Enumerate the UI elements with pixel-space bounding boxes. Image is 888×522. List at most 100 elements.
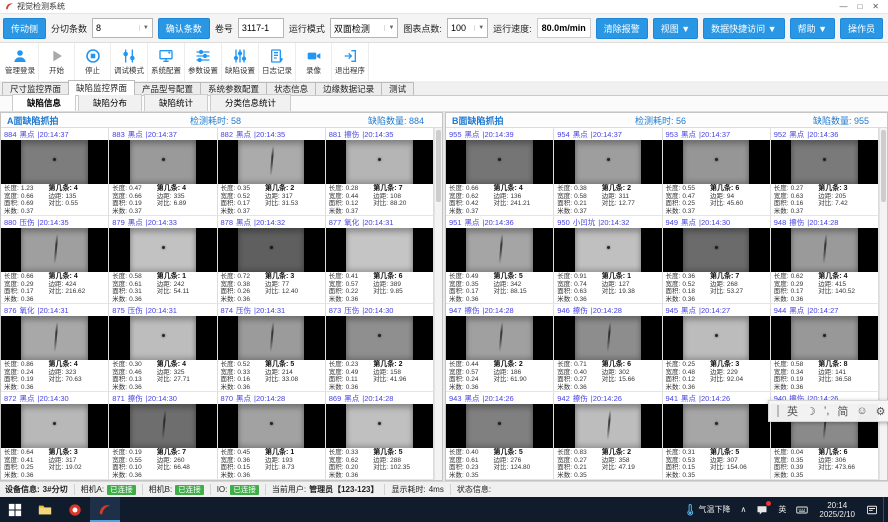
defect-cell[interactable]: 955黑点|20:14:39 长度:0.66宽度:0.62面积:0.42米数:0… bbox=[446, 128, 554, 216]
defect-cell[interactable]: 941黑点|20:14:26 长度:0.31宽度:0.53面积:0.15米数:0… bbox=[663, 392, 771, 480]
defect-cell[interactable]: 872黑点|20:14:30 长度:0.64宽度:0.41面积:0.25米数:0… bbox=[1, 392, 109, 480]
defect-image-band bbox=[130, 228, 196, 272]
defect-meta: 长度:0.52宽度:0.33面积:0.16米数:0.36 第几条:5边距:214… bbox=[218, 360, 325, 391]
defect-cell[interactable]: 870黑点|20:14:28 长度:0.45宽度:0.36面积:0.15米数:0… bbox=[218, 392, 326, 480]
defect-cell[interactable]: 949黑点|20:14:30 长度:0.36宽度:0.52面积:0.18米数:0… bbox=[663, 216, 771, 304]
defect-cell[interactable]: 943黑点|20:14:26 长度:0.40宽度:0.61面积:0.23米数:0… bbox=[446, 392, 554, 480]
file-explorer-icon[interactable] bbox=[30, 497, 60, 522]
main-tab-5[interactable]: 边缘数据记录 bbox=[315, 82, 382, 95]
ime-simplified[interactable]: 简 bbox=[837, 403, 848, 419]
defect-meta-right: 第几条:1边距:193对比:8.73 bbox=[265, 449, 322, 478]
defect-cell[interactable]: 951黑点|20:14:36 长度:0.49宽度:0.35面积:0.17米数:0… bbox=[446, 216, 554, 304]
defect-meta: 长度:0.55宽度:0.47面积:0.25米数:0.37 第几条:6边距:94对… bbox=[663, 184, 770, 215]
sub-tab-3[interactable]: 分类信息统计 bbox=[210, 94, 291, 111]
start-button[interactable] bbox=[0, 497, 30, 522]
sub-tab-1[interactable]: 缺陷分布 bbox=[78, 94, 142, 111]
scrollbar-thumb[interactable] bbox=[881, 130, 886, 202]
defect-cell[interactable]: 947擦伤|20:14:28 长度:0.44宽度:0.57面积:0.24米数:0… bbox=[446, 304, 554, 392]
defect-cell[interactable]: 882黑点|20:14:35 长度:0.35宽度:0.52面积:0.17米数:0… bbox=[218, 128, 326, 216]
data-quick-access-button[interactable]: 数据快捷访问 ▼ bbox=[703, 18, 784, 39]
weather-widget[interactable]: 气温下降 bbox=[679, 497, 736, 522]
defect-cell[interactable]: 946擦伤|20:14:28 长度:0.71宽度:0.40面积:0.27米数:0… bbox=[554, 304, 662, 392]
scrollbar[interactable] bbox=[434, 128, 442, 480]
chart-points-select[interactable]: 100▼ bbox=[447, 18, 488, 38]
defect-cell[interactable]: 954黑点|20:14:37 长度:0.38宽度:0.58面积:0.21米数:0… bbox=[554, 128, 662, 216]
ribbon-debug-mode-button[interactable]: 调试模式 bbox=[111, 43, 148, 81]
defect-cell[interactable]: 873压伤|20:14:30 长度:0.23宽度:0.49面积:0.11米数:0… bbox=[326, 304, 434, 392]
ribbon-record-button[interactable]: 录像 bbox=[296, 43, 332, 81]
ribbon-defect-settings-button[interactable]: 缺陷设置 bbox=[222, 43, 259, 81]
defect-cell[interactable]: 880压伤|20:14:35 长度:0.66宽度:0.29面积:0.17米数:0… bbox=[1, 216, 109, 304]
help-menu-button[interactable]: 帮助 ▼ bbox=[790, 18, 835, 39]
ribbon-exit-button[interactable]: 退出程序 bbox=[332, 43, 369, 81]
defect-cell[interactable]: 879黑点|20:14:33 长度:0.58宽度:0.61面积:0.31米数:0… bbox=[109, 216, 217, 304]
scrollbar-thumb[interactable] bbox=[436, 130, 441, 202]
defect-cell[interactable]: 881擦伤|20:14:35 长度:0.28宽度:0.44面积:0.12米数:0… bbox=[326, 128, 434, 216]
defect-cell[interactable]: 945黑点|20:14:27 长度:0.25宽度:0.48面积:0.12米数:0… bbox=[663, 304, 771, 392]
operator-button[interactable]: 操作员 bbox=[840, 18, 883, 39]
run-mode-select[interactable]: 双面检测▼ bbox=[330, 18, 399, 38]
defect-cell[interactable]: 884黑点|20:14:37 长度:1.23宽度:0.66面积:0.69米数:0… bbox=[1, 128, 109, 216]
ime-english[interactable]: 英 bbox=[787, 403, 798, 419]
defect-cell[interactable]: 952黑点|20:14:36 长度:0.27宽度:0.63面积:0.16米数:0… bbox=[771, 128, 879, 216]
minimize-button[interactable]: — bbox=[839, 2, 847, 11]
ribbon-start-button[interactable]: 开始 bbox=[39, 43, 75, 81]
ime-punctuation[interactable]: ’, bbox=[824, 405, 830, 417]
show-desktop-button[interactable] bbox=[883, 497, 888, 522]
ime-language-indicator[interactable]: 英 bbox=[773, 497, 791, 522]
defect-meta-right: 第几条:5边距:342对比:88.15 bbox=[494, 273, 551, 302]
scrollbar[interactable] bbox=[879, 128, 887, 480]
defect-cell[interactable]: 953黑点|20:14:37 长度:0.55宽度:0.47面积:0.25米数:0… bbox=[663, 128, 771, 216]
defect-cell[interactable]: 869黑点|20:14:28 长度:0.33宽度:0.62面积:0.20米数:0… bbox=[326, 392, 434, 480]
ribbon-log-button[interactable]: 日志记录 bbox=[259, 43, 296, 81]
panel-detect-time: 检测耗时: 58 bbox=[146, 114, 285, 127]
ribbon-admin-login-button[interactable]: 管理登录 bbox=[2, 43, 39, 81]
ribbon-stop-button[interactable]: 停止 bbox=[75, 43, 111, 81]
ime-emoji-icon[interactable]: ☺ bbox=[856, 405, 867, 417]
meta-line: 长度:0.62 bbox=[774, 273, 819, 281]
maximize-button[interactable]: □ bbox=[857, 2, 862, 11]
panel-defect-count: 缺陷数量: 884 bbox=[285, 114, 436, 127]
tray-chat-icon[interactable] bbox=[751, 497, 773, 522]
defect-time: |20:14:30 bbox=[699, 218, 730, 227]
ribbon-system-config-button[interactable]: 系统配置 bbox=[148, 43, 185, 81]
ime-drag-handle[interactable] bbox=[777, 405, 779, 417]
tray-keyboard-icon[interactable] bbox=[791, 497, 813, 522]
defect-cell[interactable]: 875压伤|20:14:31 长度:0.30宽度:0.46面积:0.13米数:0… bbox=[109, 304, 217, 392]
meta-line: 对比:12.77 bbox=[602, 200, 659, 208]
sub-tab-2[interactable]: 缺陷统计 bbox=[144, 94, 208, 111]
defect-cell[interactable]: 876氧化|20:14:31 长度:0.86宽度:0.24面积:0.19米数:0… bbox=[1, 304, 109, 392]
defect-cell[interactable]: 942擦伤|20:14:26 长度:0.83宽度:0.27面积:0.21米数:0… bbox=[554, 392, 662, 480]
defect-cell[interactable]: 883黑点|20:14:37 长度:0.47宽度:0.66面积:0.19米数:0… bbox=[109, 128, 217, 216]
action-center-icon[interactable] bbox=[861, 497, 883, 522]
meta-line: 米数:0.35 bbox=[557, 472, 602, 479]
meta-line: 长度:0.58 bbox=[774, 361, 819, 369]
defect-cell[interactable]: 871擦伤|20:14:30 长度:0.19宽度:0.55面积:0.10米数:0… bbox=[109, 392, 217, 480]
defect-mark bbox=[823, 334, 826, 337]
defect-cell[interactable]: 874压伤|20:14:31 长度:0.52宽度:0.33面积:0.16米数:0… bbox=[218, 304, 326, 392]
slit-count-select[interactable]: 8▼ bbox=[92, 18, 153, 38]
clear-alarm-button[interactable]: 清除报警 bbox=[596, 18, 648, 39]
close-button[interactable]: ✕ bbox=[872, 2, 879, 11]
ime-moon-icon[interactable]: ☽ bbox=[806, 405, 816, 418]
main-tab-1[interactable]: 缺陷监控界面 bbox=[68, 80, 135, 95]
defect-cell[interactable]: 877氧化|20:14:31 长度:0.41宽度:0.57面积:0.22米数:0… bbox=[326, 216, 434, 304]
view-menu-button[interactable]: 视图 ▼ bbox=[653, 18, 698, 39]
defect-cell[interactable]: 878黑点|20:14:32 长度:0.72宽度:0.38面积:0.26米数:0… bbox=[218, 216, 326, 304]
ime-settings-icon[interactable]: ⚙ bbox=[876, 405, 886, 418]
defect-type: 擦伤 bbox=[789, 217, 804, 228]
defect-cell[interactable]: 948擦伤|20:14:28 长度:0.62宽度:0.29面积:0.17米数:0… bbox=[771, 216, 879, 304]
main-tab-6[interactable]: 测试 bbox=[381, 82, 414, 95]
meta-line: 米数:0.36 bbox=[329, 384, 374, 391]
defect-cell[interactable]: 944黑点|20:14:27 长度:0.58宽度:0.34面积:0.19米数:0… bbox=[771, 304, 879, 392]
drive-side-button[interactable]: 传动侧 bbox=[3, 18, 46, 39]
ribbon-param-settings-button[interactable]: 参数设置 bbox=[185, 43, 222, 81]
browser-app-icon[interactable] bbox=[60, 497, 90, 522]
tray-expand-arrow[interactable]: ∧ bbox=[736, 497, 752, 522]
taskbar-clock[interactable]: 20:14 2025/2/10 bbox=[813, 501, 861, 519]
inspection-app-icon[interactable] bbox=[90, 497, 120, 522]
confirm-count-button[interactable]: 确认条数 bbox=[158, 18, 210, 39]
roll-number-input[interactable] bbox=[238, 18, 284, 38]
sub-tab-0[interactable]: 缺陷信息 bbox=[12, 94, 76, 111]
defect-cell[interactable]: 950小凹坑|20:14:32 长度:0.91宽度:0.74面积:0.63米数:… bbox=[554, 216, 662, 304]
